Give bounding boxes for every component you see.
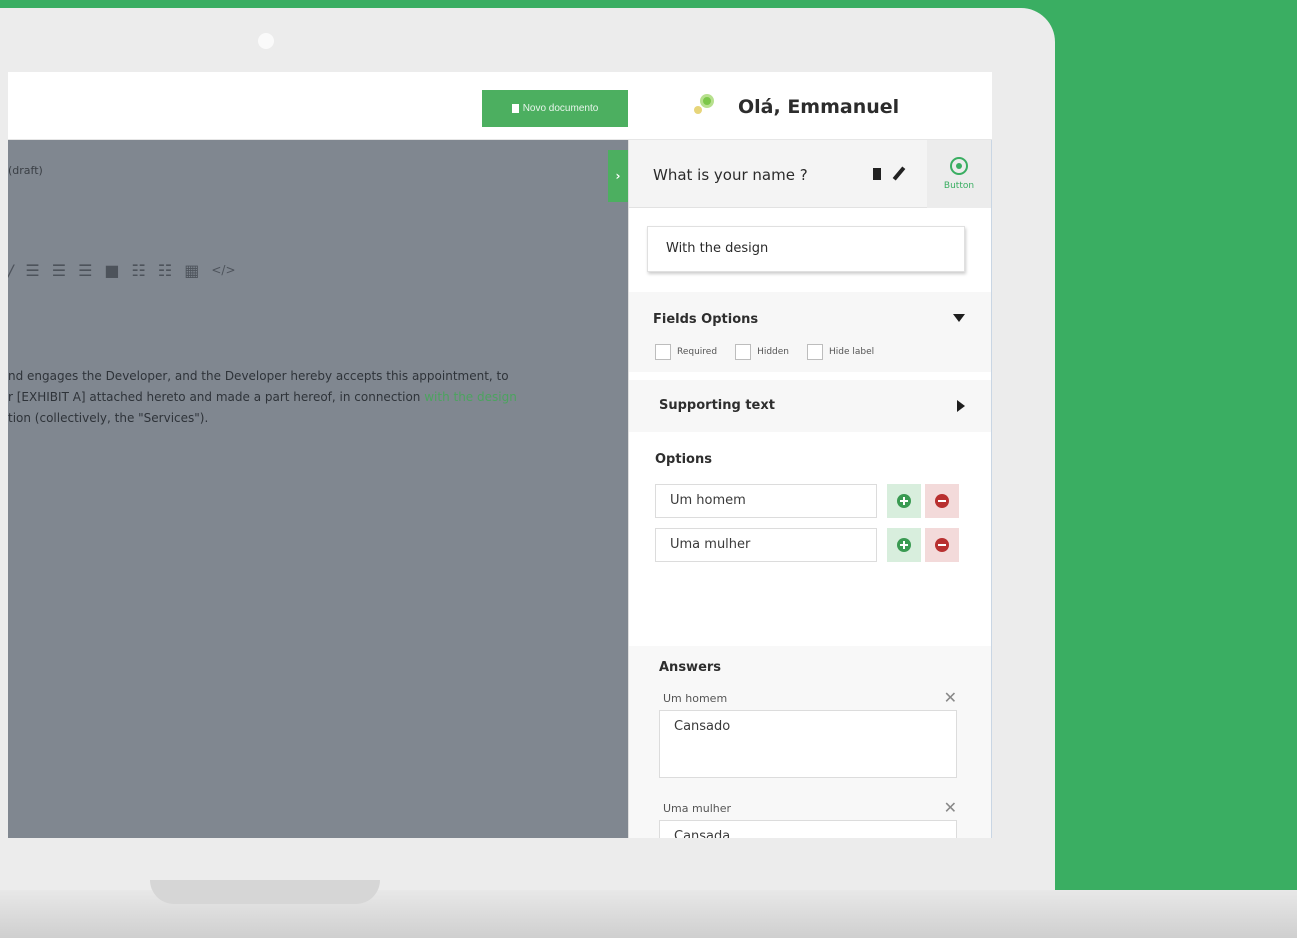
document-line: r [EXHIBIT A] attached hereto and made a… bbox=[8, 387, 618, 408]
checkbox-label: Required bbox=[677, 347, 718, 357]
question-header: What is your name ? bbox=[629, 140, 927, 208]
button-tab-label: Button bbox=[943, 181, 975, 191]
button-tab[interactable]: Button bbox=[927, 140, 991, 208]
collapse-panel-button[interactable]: › bbox=[608, 150, 628, 202]
answer-textarea[interactable]: Cansada bbox=[659, 820, 957, 838]
trash-icon[interactable] bbox=[873, 168, 881, 180]
option-input[interactable]: Um homem bbox=[655, 484, 877, 518]
answer-label: Uma mulher bbox=[663, 802, 732, 815]
checkbox-box[interactable] bbox=[807, 344, 823, 360]
close-icon[interactable]: ✕ bbox=[944, 798, 957, 817]
minus-circle-icon bbox=[935, 494, 949, 508]
user-greeting: Olá, Emmanuel bbox=[738, 96, 900, 118]
document-line-text: r [EXHIBIT A] attached hereto and made a… bbox=[8, 390, 425, 404]
highlighted-text[interactable]: with the design bbox=[424, 390, 517, 404]
top-bar: Novo documento Olá, Emmanuel bbox=[8, 72, 992, 140]
plus-circle-icon bbox=[897, 538, 911, 552]
draft-status: (draft) bbox=[8, 164, 43, 177]
laptop-notch bbox=[150, 880, 380, 904]
hidden-checkbox[interactable]: Hidden bbox=[735, 344, 789, 360]
options-title: Options bbox=[655, 452, 712, 467]
checkbox-label: Hide label bbox=[829, 347, 875, 357]
design-text-field[interactable]: With the design bbox=[647, 226, 965, 272]
caret-down-icon[interactable] bbox=[953, 314, 965, 322]
laptop-camera bbox=[258, 33, 274, 49]
remove-option-button[interactable] bbox=[925, 484, 959, 518]
justify-icon[interactable]: ■ bbox=[104, 261, 119, 280]
add-option-button[interactable] bbox=[887, 484, 921, 518]
formatting-toolbar: / ☰ ☰ ☰ ■ ☷ ☷ ▦ </> bbox=[8, 258, 236, 282]
option-row: Uma mulher bbox=[655, 528, 965, 562]
new-document-button[interactable]: Novo documento bbox=[482, 90, 628, 127]
code-icon[interactable]: </> bbox=[211, 263, 235, 277]
supporting-text-section[interactable]: Supporting text bbox=[629, 380, 991, 432]
option-input[interactable]: Uma mulher bbox=[655, 528, 877, 562]
table-icon[interactable]: ▦ bbox=[184, 261, 199, 280]
required-checkbox[interactable]: Required bbox=[655, 344, 717, 360]
align-center-icon[interactable]: ☰ bbox=[52, 261, 66, 280]
align-left-icon[interactable]: ☰ bbox=[25, 261, 39, 280]
app-screen: Novo documento Olá, Emmanuel (draft) / ☰… bbox=[8, 72, 992, 838]
italic-icon[interactable]: / bbox=[8, 261, 13, 280]
option-row: Um homem bbox=[655, 484, 965, 518]
document-editor[interactable]: (draft) / ☰ ☰ ☰ ■ ☷ ☷ ▦ </> nd engages t… bbox=[8, 140, 628, 838]
radio-button-icon bbox=[950, 157, 968, 175]
checkbox-box[interactable] bbox=[735, 344, 752, 360]
field-settings-panel: What is your name ? Button With the desi… bbox=[628, 140, 992, 838]
plus-circle-icon bbox=[897, 494, 911, 508]
close-icon[interactable]: ✕ bbox=[944, 688, 957, 707]
answers-section: Answers Um homem ✕ Cansado Uma mulher ✕ … bbox=[629, 646, 991, 838]
add-option-button[interactable] bbox=[887, 528, 921, 562]
remove-option-button[interactable] bbox=[925, 528, 959, 562]
caret-right-icon[interactable] bbox=[957, 400, 965, 412]
question-title: What is your name ? bbox=[653, 166, 808, 184]
supporting-text-title: Supporting text bbox=[659, 398, 775, 413]
ordered-list-icon[interactable]: ☷ bbox=[132, 261, 146, 280]
notification-small-dot-icon bbox=[694, 106, 702, 114]
checkbox-label: Hidden bbox=[757, 347, 789, 357]
document-line: tion (collectively, the "Services"). bbox=[8, 411, 209, 425]
minus-circle-icon bbox=[935, 538, 949, 552]
hide-label-checkbox[interactable]: Hide label bbox=[807, 344, 874, 360]
checkbox-box[interactable] bbox=[655, 344, 671, 360]
new-document-label: Novo documento bbox=[522, 103, 599, 114]
unordered-list-icon[interactable]: ☷ bbox=[158, 261, 172, 280]
field-checkboxes: Required Hidden Hide label bbox=[655, 344, 874, 360]
pencil-icon[interactable] bbox=[892, 166, 906, 181]
fields-options-section: Fields Options Required Hidden Hide labe… bbox=[629, 292, 991, 372]
document-line: nd engages the Developer, and the Develo… bbox=[8, 369, 509, 383]
answer-textarea[interactable]: Cansado bbox=[659, 710, 957, 778]
notification-icon[interactable] bbox=[692, 94, 716, 118]
document-body[interactable]: nd engages the Developer, and the Develo… bbox=[8, 366, 618, 429]
notification-dot-icon bbox=[700, 94, 714, 108]
answer-label: Um homem bbox=[663, 692, 728, 705]
fields-options-title: Fields Options bbox=[653, 312, 759, 327]
answers-title: Answers bbox=[659, 660, 722, 675]
align-right-icon[interactable]: ☰ bbox=[78, 261, 92, 280]
document-icon bbox=[511, 104, 519, 113]
